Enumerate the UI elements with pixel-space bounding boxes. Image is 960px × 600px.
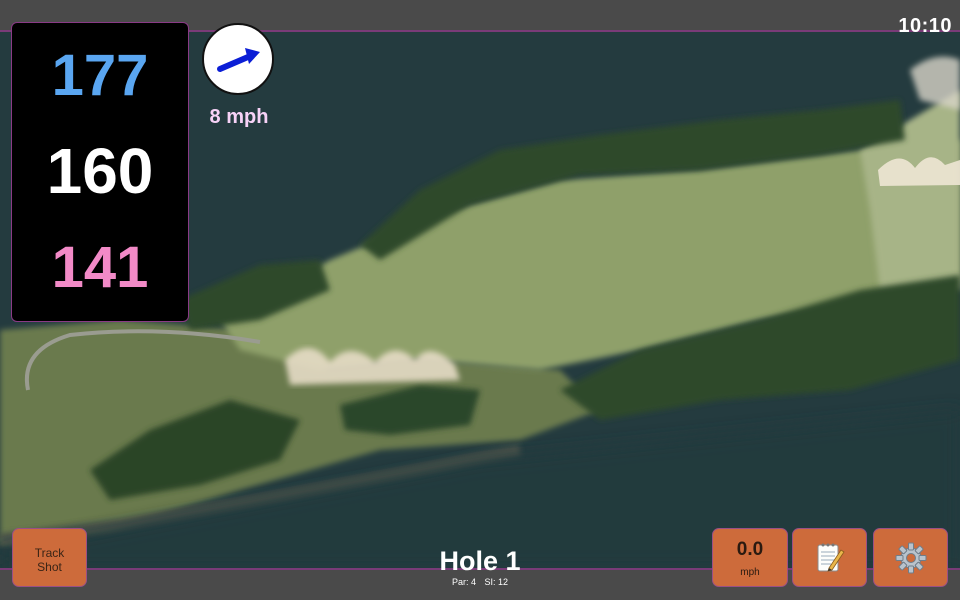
track-shot-label-line1: Track <box>34 546 65 560</box>
wind-speed: 8 mph <box>209 106 269 128</box>
speed-value: 0.0 <box>736 539 764 560</box>
distance-back: 177 <box>51 43 149 108</box>
arrow-right-up-icon <box>217 48 260 72</box>
hole-stroke-index: SI: 12 <box>484 577 509 587</box>
distance-panel: 177 160 141 <box>11 22 189 322</box>
notepad-icon <box>817 543 845 572</box>
track-shot-label-line2: Shot <box>37 560 62 574</box>
clock: 10:10 <box>898 15 952 37</box>
gear-icon <box>895 542 926 573</box>
hole-info: Par: 4 SI: 12 <box>380 577 580 587</box>
speed-button[interactable]: 0.0 mph <box>712 528 788 587</box>
distance-front: 141 <box>51 235 149 300</box>
hole-title: Hole 1 <box>439 546 521 576</box>
settings-button[interactable] <box>873 528 948 587</box>
distance-middle: 160 <box>46 135 154 207</box>
speed-unit: mph <box>740 567 760 578</box>
hole-par: Par: 4 <box>451 577 476 587</box>
track-shot-button[interactable]: Track Shot <box>12 528 87 587</box>
notes-button[interactable] <box>792 528 867 587</box>
wind-direction-dial <box>202 23 274 95</box>
